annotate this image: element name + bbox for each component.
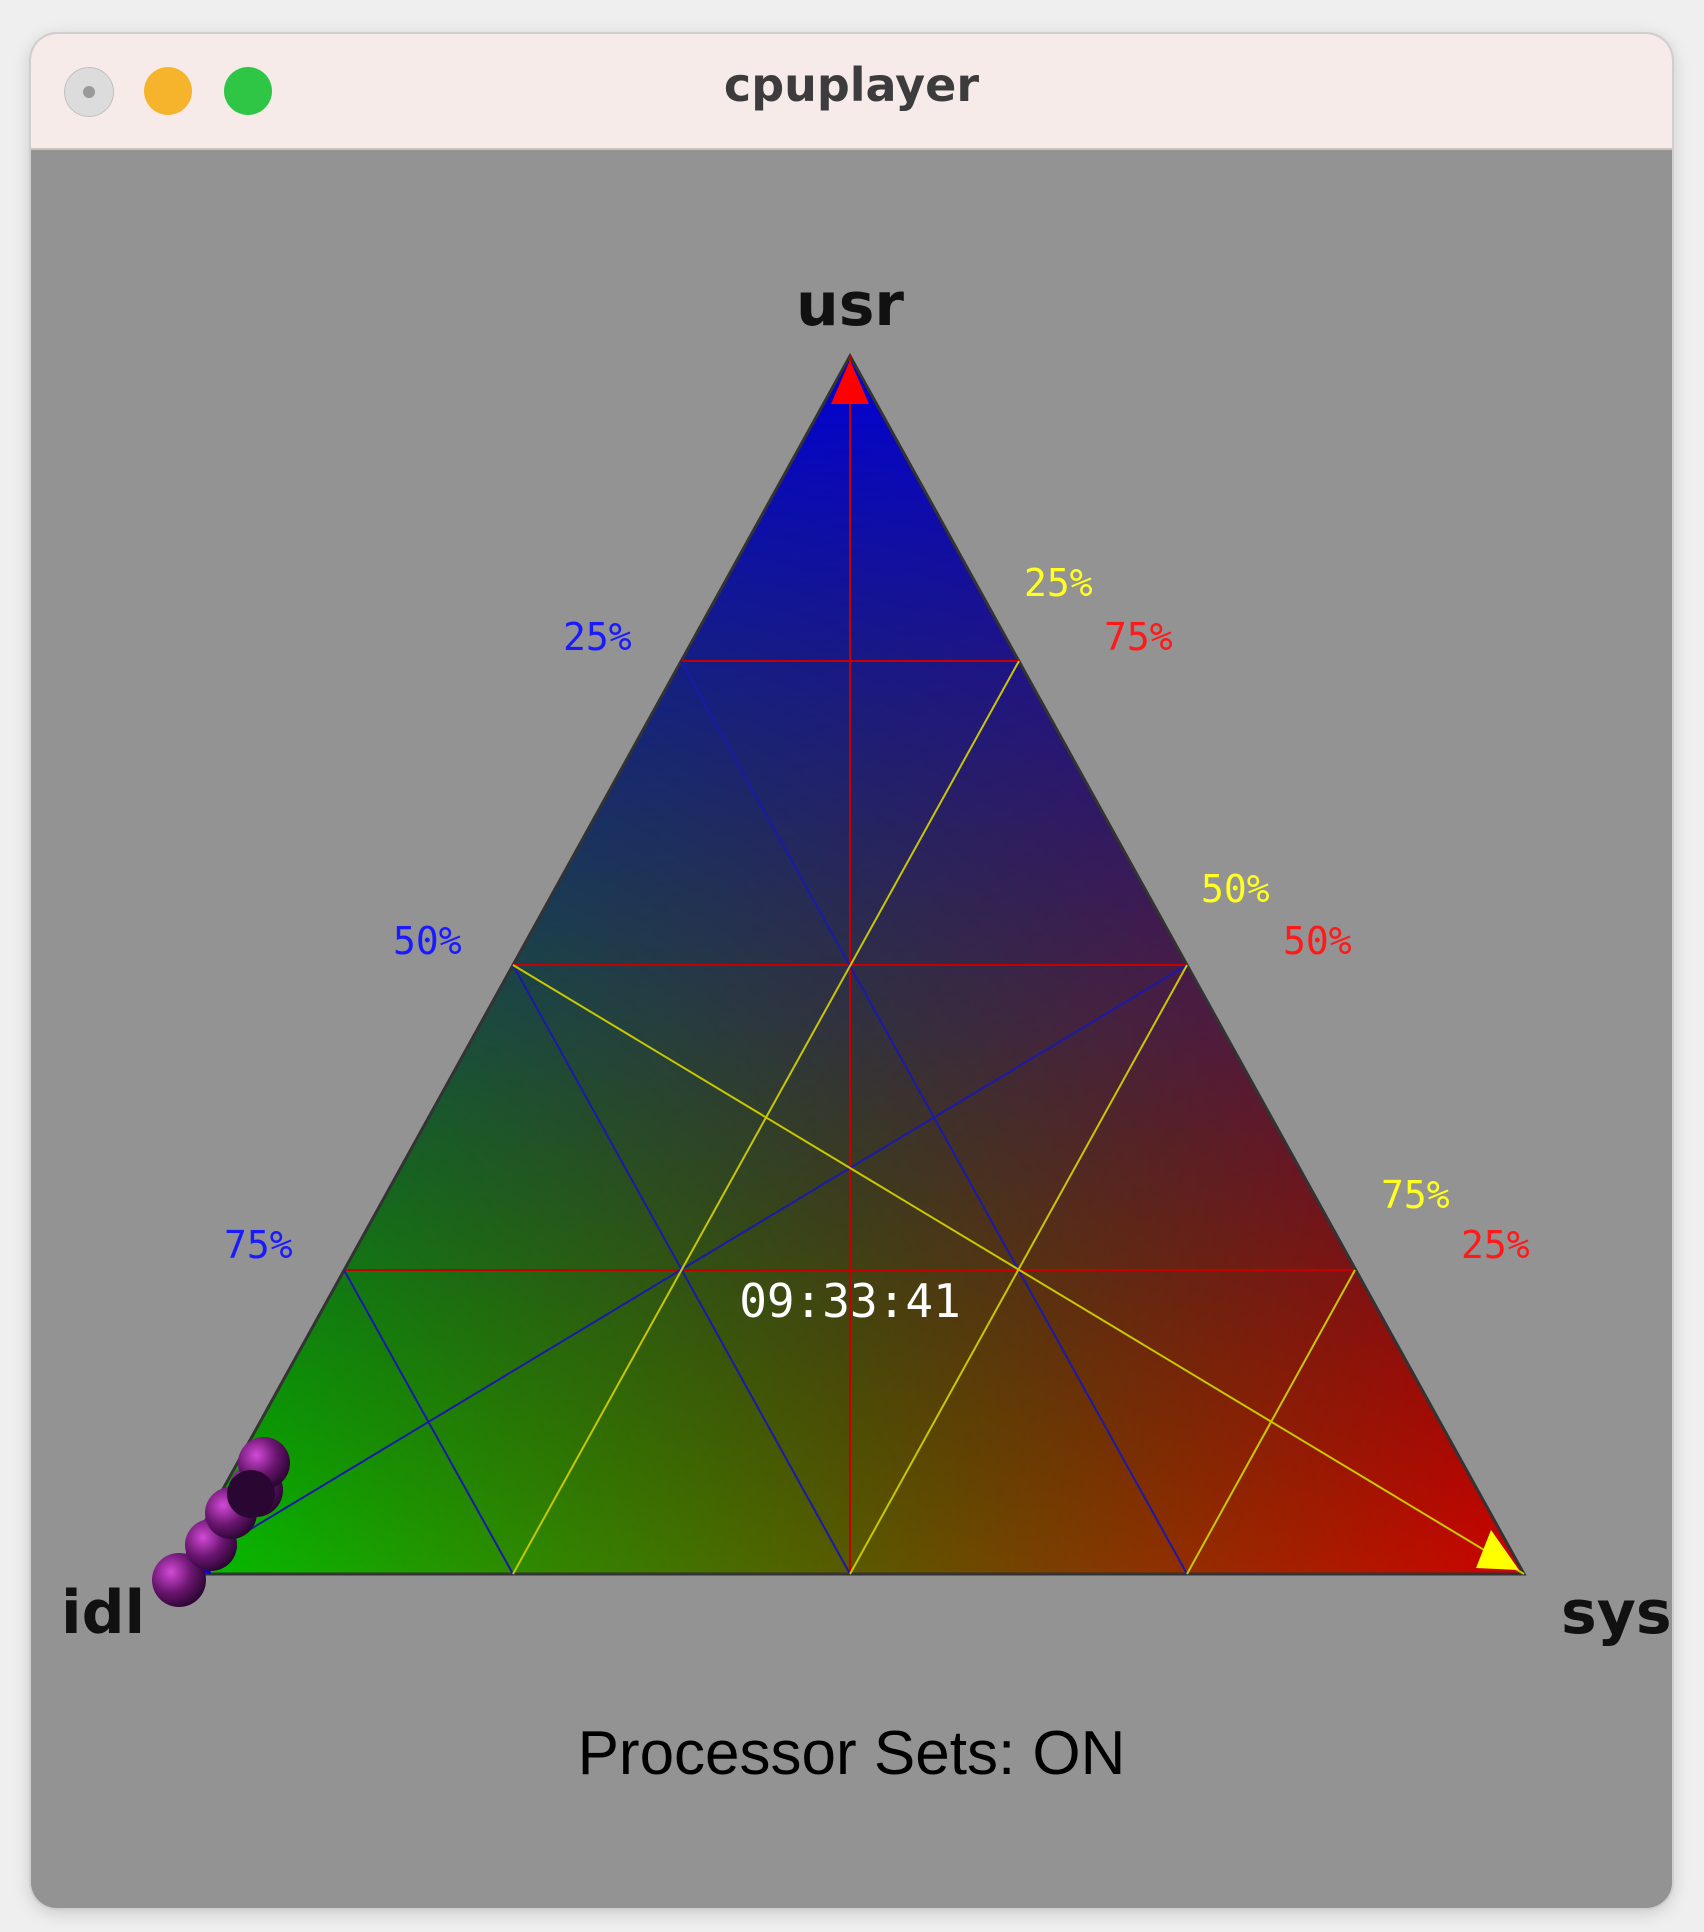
app-window: cpuplayer usr idl sys 25% 50% 75% 25% 50… <box>31 34 1672 1908</box>
idl-vertex-label: idl <box>61 1578 145 1648</box>
cpu-triangle-panel: usr idl sys 25% 50% 75% 25% 50% 75% 75% … <box>31 150 1672 1908</box>
clock-readout: 09:33:41 <box>739 1274 961 1328</box>
idl-scale-75: 75% <box>1104 615 1173 659</box>
idl-scale-50: 50% <box>1283 919 1352 963</box>
window-title: cpuplayer <box>723 58 980 112</box>
sys-scale-50: 50% <box>1201 867 1270 911</box>
usr-scale-75: 75% <box>224 1223 293 1267</box>
title-bar[interactable]: cpuplayer <box>31 34 1672 150</box>
sys-scale-75: 75% <box>1381 1173 1450 1217</box>
usr-scale-50: 50% <box>393 919 462 963</box>
sys-scale-25: 25% <box>1024 561 1093 605</box>
usr-scale-25: 25% <box>563 615 632 659</box>
sys-vertex-label: sys <box>1561 1578 1672 1648</box>
processor-sets-status: Processor Sets: ON <box>577 1719 1126 1788</box>
trail-point <box>227 1470 275 1518</box>
idl-scale-25: 25% <box>1461 1223 1530 1267</box>
usr-vertex-label: usr <box>796 270 904 340</box>
cpu-triangle-plot: usr idl sys 25% 50% 75% 25% 50% 75% 75% … <box>61 270 1672 1648</box>
